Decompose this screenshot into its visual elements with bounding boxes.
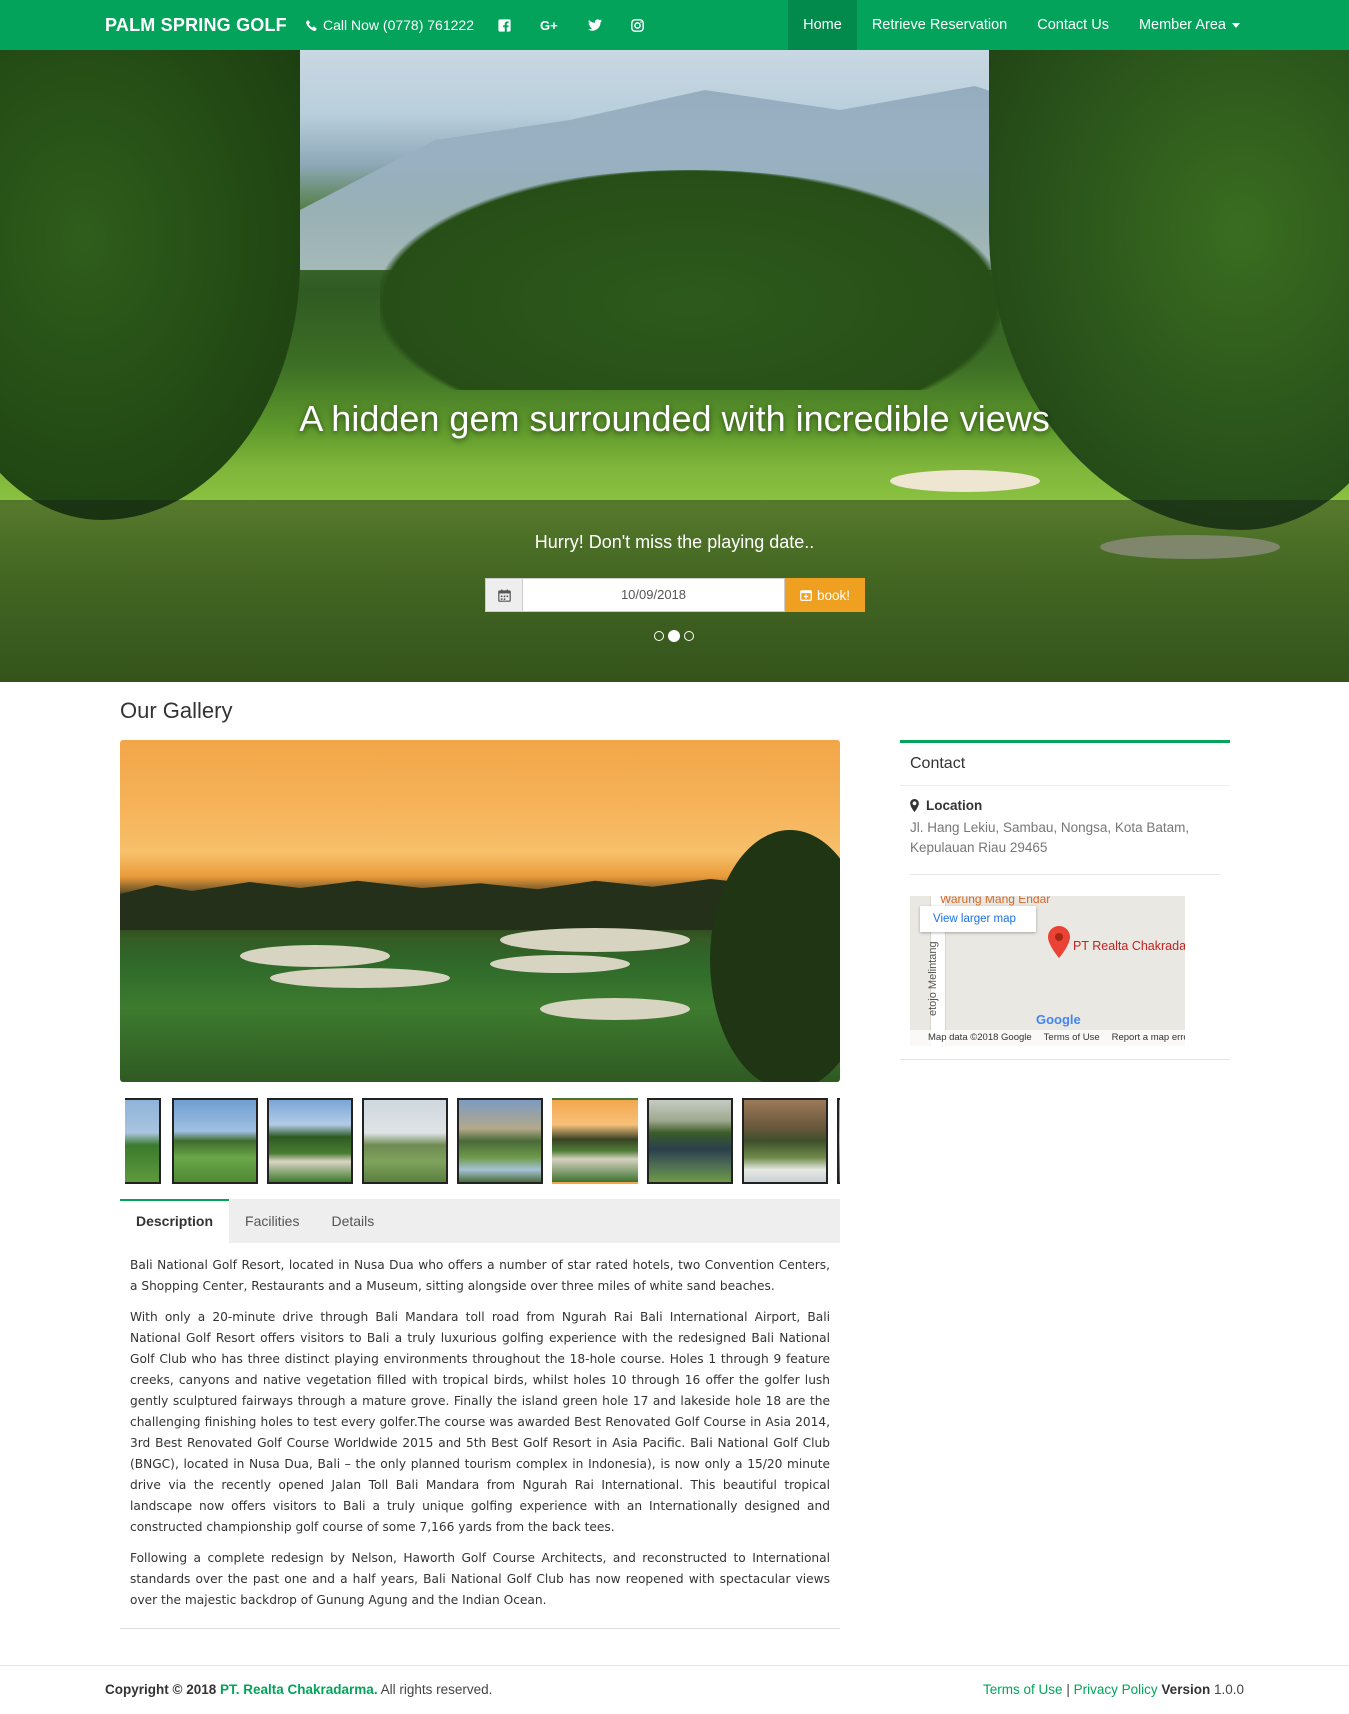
map-report-link[interactable]: Report a map error [1112, 1030, 1185, 1046]
footer-links: Terms of Use | Privacy Policy Version 1.… [983, 1682, 1244, 1697]
location-address: Jl. Hang Lekiu, Sambau, Nongsa, Kota Bat… [910, 820, 1190, 855]
phone-contact[interactable]: Call Now (0778) 761222 [305, 0, 474, 50]
contact-title: Contact [900, 743, 1230, 786]
carousel-dot-2[interactable] [668, 630, 680, 642]
calendar-button[interactable] [485, 578, 523, 612]
map-road-label: etojo Melintang [927, 941, 939, 1016]
thumbnail-3[interactable] [267, 1098, 353, 1184]
gallery-title: Our Gallery [120, 698, 233, 723]
thumbnail-1[interactable] [125, 1098, 161, 1184]
booking-form: 10/09/2018 book! [485, 578, 865, 612]
gallery-thumbnails [125, 1098, 840, 1184]
facebook-link[interactable] [498, 0, 511, 50]
gallery-main-photo[interactable] [120, 740, 840, 1082]
hero-bunker [890, 470, 1040, 492]
phone-text: Call Now (0778) 761222 [323, 17, 474, 33]
thumbnail-9[interactable] [837, 1098, 840, 1184]
facebook-icon [498, 18, 511, 32]
hero-subtitle: Hurry! Don't miss the playing date.. [534, 532, 815, 552]
thumbnail-5[interactable] [457, 1098, 543, 1184]
separator: | [1066, 1682, 1070, 1697]
description-paragraph: Following a complete redesign by Nelson,… [130, 1551, 830, 1607]
photo-bunker [240, 945, 390, 967]
map-pin-icon[interactable] [1048, 926, 1070, 958]
rights-text: All rights reserved. [380, 1682, 493, 1697]
version-number: 1.0.0 [1213, 1682, 1244, 1697]
thumbnail-8[interactable] [742, 1098, 828, 1184]
google-plus-icon: G+ [540, 17, 558, 33]
footer-copyright: Copyright © 2018 PT. Realta Chakradarma.… [105, 1682, 492, 1697]
google-plus-link[interactable]: G+ [540, 0, 558, 50]
map-footer: Map data ©2018 Google Terms of Use Repor… [910, 1030, 1185, 1046]
copyright-text: Copyright © 2018 [105, 1682, 217, 1697]
photo-trees [710, 830, 840, 1082]
hero-carousel: A hidden gem surrounded with incredible … [0, 50, 1349, 682]
carousel-indicators [654, 630, 694, 642]
navbar: PALM SPRING GOLF Call Now (0778) 761222 … [0, 0, 1349, 50]
location-label: Location [926, 798, 983, 813]
privacy-policy-link[interactable]: Privacy Policy [1074, 1682, 1158, 1697]
map-place-label: Warung Mang Endar [940, 896, 1051, 906]
photo-bunker [500, 928, 690, 952]
thumbnail-4[interactable] [362, 1098, 448, 1184]
brand-logo[interactable]: PALM SPRING GOLF [105, 0, 287, 50]
footer-divider [0, 1665, 1349, 1666]
detail-tabs: Description Facilities Details [120, 1199, 840, 1243]
caret-down-icon [1232, 22, 1240, 28]
date-input[interactable]: 10/09/2018 [523, 578, 785, 612]
terms-of-use-link[interactable]: Terms of Use [983, 1682, 1063, 1697]
photo-bunker [540, 998, 690, 1020]
divider [910, 874, 1220, 875]
contact-panel: Contact Location Jl. Hang Lekiu, Sambau,… [900, 740, 1230, 1060]
nav-member-area[interactable]: Member Area [1124, 0, 1255, 50]
google-logo: Google [1036, 1012, 1081, 1027]
divider [120, 1628, 840, 1629]
calendar-icon [497, 588, 511, 602]
hero-title: A hidden gem surrounded with incredible … [299, 398, 1050, 439]
google-map[interactable]: etojo Melintang Warung Mang Endar View l… [910, 896, 1185, 1046]
instagram-icon [631, 18, 644, 32]
map-data-text: Map data ©2018 Google [928, 1032, 1032, 1043]
hero-tree-grove [380, 170, 1000, 390]
book-label: book! [816, 587, 851, 603]
phone-icon [305, 19, 317, 31]
thumbnail-2[interactable] [172, 1098, 258, 1184]
map-pin-label: PT Realta Chakradarm [1073, 939, 1185, 953]
google-logo-text: Google [1036, 1012, 1081, 1027]
nav-contact-us[interactable]: Contact Us [1022, 0, 1124, 50]
hero-trees-right [989, 50, 1349, 530]
map-marker-icon [910, 799, 919, 812]
description-paragraph: With only a 20-minute drive through Bali… [130, 1310, 830, 1534]
nav-member-area-label: Member Area [1138, 17, 1226, 33]
photo-bunker [490, 955, 630, 973]
main-nav: Home Retrieve Reservation Contact Us Mem… [788, 0, 1255, 50]
carousel-dot-1[interactable] [654, 631, 664, 641]
tab-description[interactable]: Description [120, 1199, 230, 1243]
tab-facilities[interactable]: Facilities [229, 1199, 315, 1243]
company-link[interactable]: PT. Realta Chakradarma. [220, 1682, 378, 1697]
calendar-plus-icon [800, 590, 812, 601]
twitter-icon [588, 19, 602, 31]
carousel-dot-3[interactable] [684, 631, 694, 641]
hero-trees-left [0, 50, 300, 520]
photo-bunker [270, 968, 450, 988]
location-heading: Location [910, 798, 982, 813]
tab-details[interactable]: Details [315, 1199, 390, 1243]
nav-home[interactable]: Home [788, 0, 857, 50]
thumbnail-6[interactable] [552, 1098, 638, 1184]
twitter-link[interactable] [588, 0, 602, 50]
view-larger-map-link[interactable]: View larger map [920, 906, 1036, 932]
map-terms-link[interactable]: Terms of Use [1044, 1030, 1100, 1046]
instagram-link[interactable] [631, 0, 644, 50]
version-label: Version [1161, 1682, 1211, 1697]
nav-retrieve-reservation[interactable]: Retrieve Reservation [857, 0, 1022, 50]
description-paragraph: Bali National Golf Resort, located in Nu… [130, 1258, 830, 1293]
thumbnail-7[interactable] [647, 1098, 733, 1184]
book-button[interactable]: book! [785, 578, 865, 612]
description-content: Bali National Golf Resort, located in Nu… [130, 1255, 830, 1621]
